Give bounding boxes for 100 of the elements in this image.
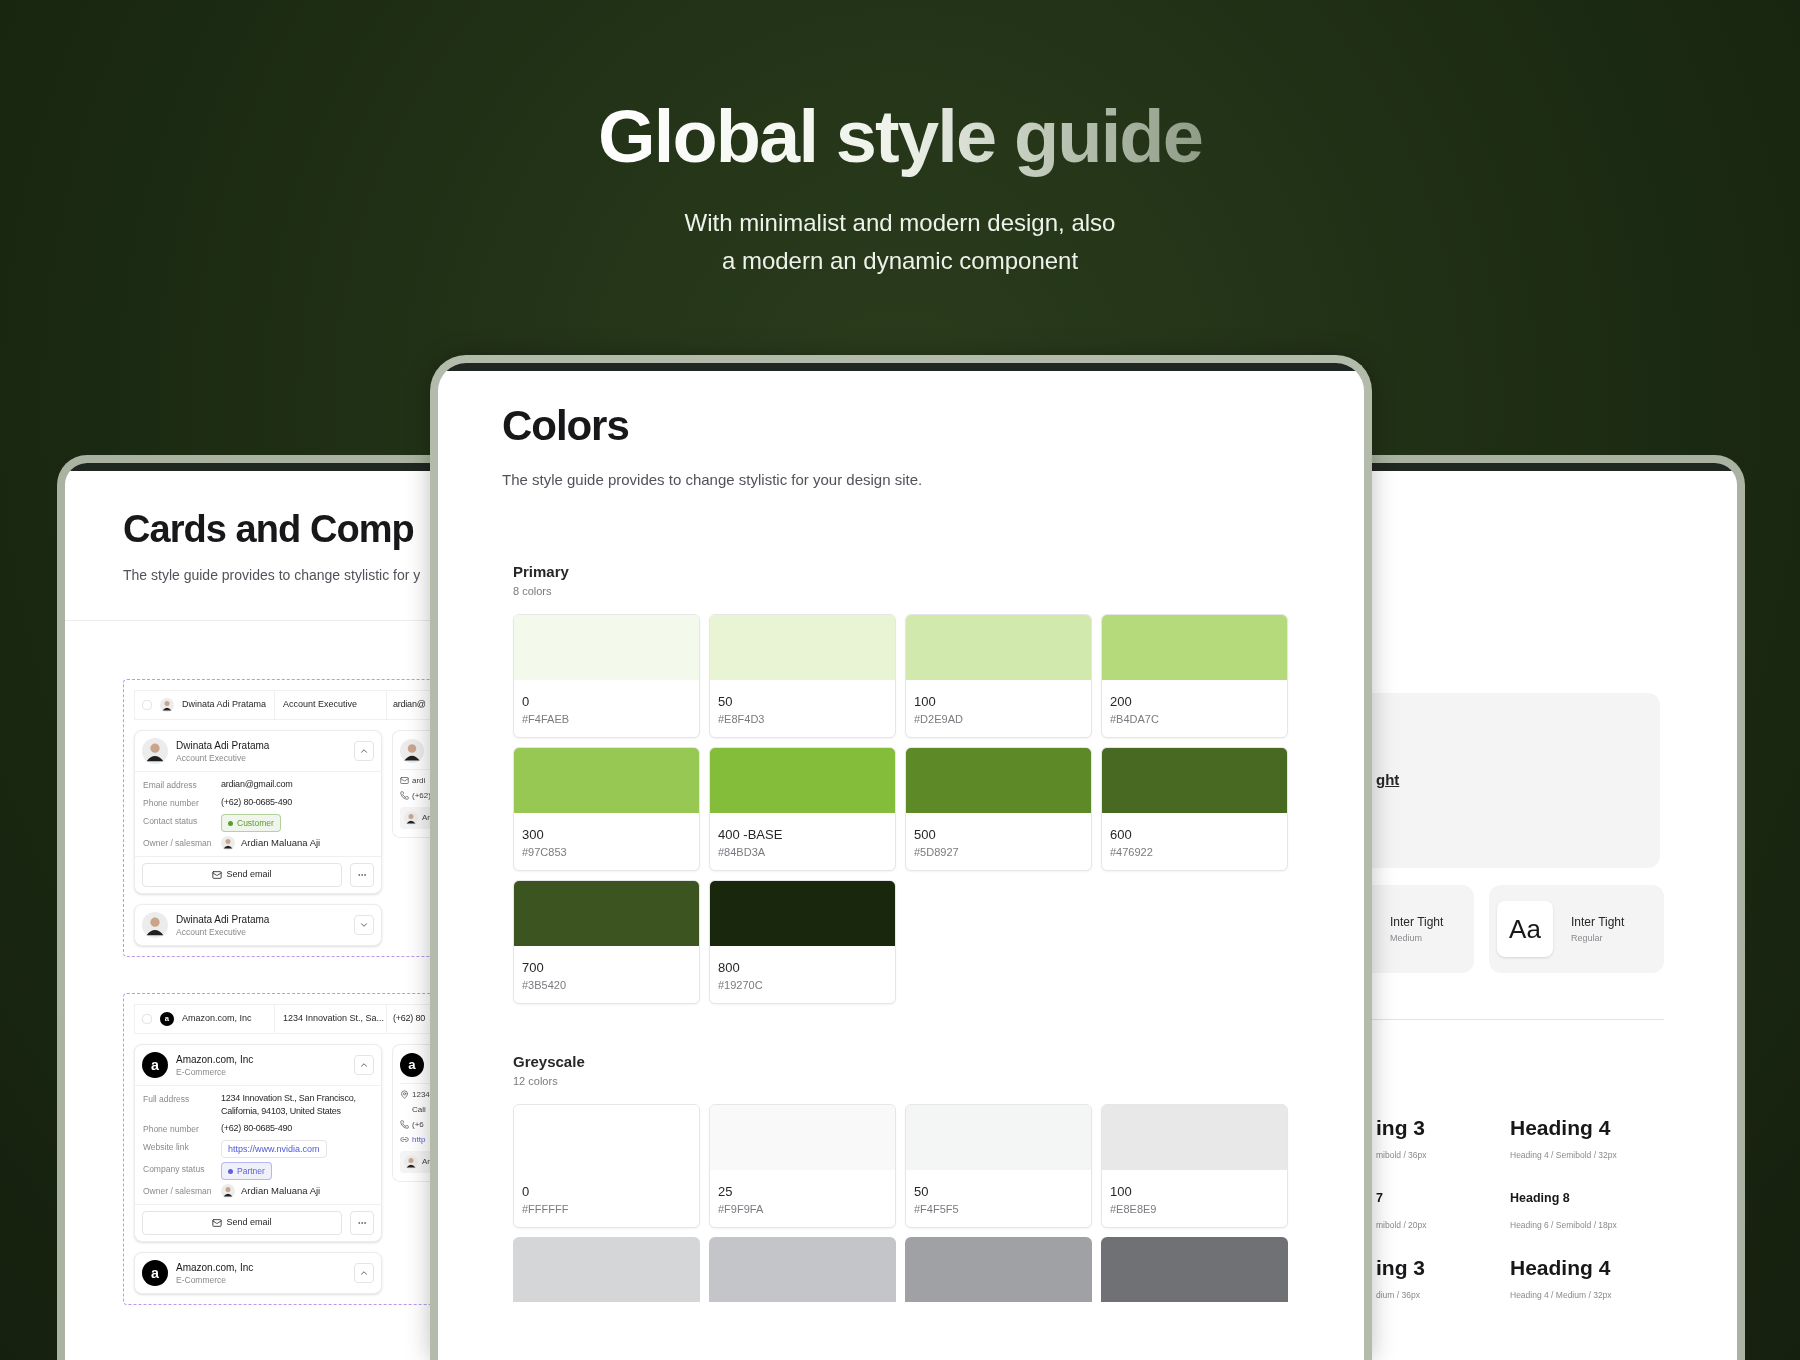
swatch-name: 800 (718, 958, 741, 977)
swatch-name: 100 (1110, 1182, 1133, 1201)
chevron-icon (359, 1060, 369, 1070)
hero-subtitle: With minimalist and modern design, also (684, 208, 1116, 238)
owner-name: Ar (422, 812, 430, 824)
swatch-name: 0 (522, 692, 531, 711)
person-avatar-icon (221, 1184, 235, 1198)
hero-subtitle: a modern an dynamic component (721, 246, 1079, 276)
page-subtitle: The style guide provides to change stylistic for y (123, 566, 422, 585)
swatch-name: 500 (914, 825, 937, 844)
contact-detail: (+6 (412, 1118, 424, 1130)
contact-detail: Cali (412, 1103, 426, 1115)
mail-icon (212, 1218, 223, 1228)
swatch-hex: #F9F9FA (718, 1201, 765, 1217)
collapse-toggle[interactable] (354, 1055, 374, 1075)
person-avatar-icon (221, 836, 235, 850)
page-title: Cards and Comp (123, 507, 415, 551)
card-title: Amazon.com, Inc (176, 1052, 255, 1066)
contact-detail: http (412, 1133, 426, 1145)
field-value: (+62) 80-0685-490 (221, 1122, 292, 1135)
owner-name: Ar (422, 1156, 430, 1168)
swatch-name: 0 (522, 1182, 531, 1201)
table-row[interactable]: Dwinata Adi Pratama Account Executive ardian@ (134, 690, 430, 720)
font-weight: Medium (1390, 932, 1423, 945)
card-subtitle: Account Executive (176, 751, 247, 764)
field-label: Phone number (143, 797, 200, 810)
chevron-icon (359, 1268, 369, 1278)
swatch-name: 100 (914, 692, 937, 711)
table-cell: (+62) 80 (393, 1012, 425, 1026)
page-title: Colors (502, 401, 630, 451)
field-label: Website link (143, 1141, 190, 1154)
field-label: Company status (143, 1163, 206, 1176)
send-email-button[interactable]: Send email (142, 863, 342, 887)
font-sample: Aa (1497, 901, 1553, 957)
table-cell: Account Executive (283, 698, 358, 712)
font-family: Inter Tight (1571, 914, 1625, 931)
row-checkbox[interactable] (142, 700, 152, 710)
website-link[interactable]: https://www.nvidia.com (221, 1140, 327, 1158)
collapse-toggle[interactable] (354, 915, 374, 935)
swatch-hex: #476922 (1110, 844, 1154, 860)
swatch-name: 700 (522, 958, 545, 977)
field-label: Owner / salesman (143, 1185, 213, 1198)
more-button[interactable] (350, 1211, 374, 1235)
collapse-toggle[interactable] (354, 1263, 374, 1283)
card-subtitle: E-Commerce (176, 1273, 228, 1286)
swatch-hex: #F4F5F5 (914, 1201, 960, 1217)
font-family: Inter Tight (1390, 914, 1444, 931)
send-email-button[interactable]: Send email (142, 1211, 342, 1235)
field-label: Owner / salesman (143, 837, 213, 850)
swatch-hex: #3B5420 (522, 977, 568, 993)
more-button[interactable] (350, 863, 374, 887)
swatch-name: 400 -BASE (718, 825, 784, 844)
field-label: Phone number (143, 1123, 200, 1136)
collapse-toggle[interactable] (354, 741, 374, 761)
table-cell: 1234 Innovation St., Sa... (283, 1012, 385, 1026)
swatch-hex: #E8E8E9 (1110, 1201, 1158, 1217)
heading-sample: Heading 4 (1510, 1115, 1612, 1141)
status-badge: Customer (221, 814, 281, 832)
swatch-name: 600 (1110, 825, 1133, 844)
heading-sample: 7 (1376, 1190, 1384, 1207)
heading-sample: ing 3 (1376, 1255, 1426, 1281)
swatch-hex: #B4DA7C (1110, 711, 1160, 727)
row-checkbox[interactable] (142, 1014, 152, 1024)
phone-icon (400, 1119, 409, 1129)
section-title: Greyscale (513, 1051, 586, 1072)
person-avatar-icon (160, 698, 174, 712)
table-cell: Dwinata Adi Pratama (182, 698, 267, 712)
swatch-hex: #FFFFFF (522, 1201, 570, 1217)
swatch-hex: #5D8927 (914, 844, 960, 860)
owner-name: Ardian Maluana Aji (241, 1184, 321, 1198)
swatch-hex: #84BD3A (718, 844, 767, 860)
swatch-hex: #19270C (718, 977, 764, 993)
field-label: Email address (143, 779, 198, 792)
heading-spec: mibold / 36px (1376, 1149, 1428, 1161)
card-subtitle: Account Executive (176, 925, 247, 938)
chevron-icon (359, 746, 369, 756)
page-subtitle: The style guide provides to change stylistic for your design site. (502, 470, 924, 490)
person-avatar-icon (142, 738, 168, 764)
swatch-name: 300 (522, 825, 545, 844)
mail-icon (400, 775, 409, 785)
section-title: Primary (513, 561, 570, 582)
heading-sample: Heading 8 (1510, 1190, 1571, 1207)
swatch-hex: #F4FAEB (522, 711, 571, 727)
field-label: Contact status (143, 815, 199, 828)
contact-detail: (+62) (412, 789, 430, 801)
card-title: Dwinata Adi Pratama (176, 912, 271, 926)
heading-spec: Heading 4 / Semibold / 32px (1510, 1149, 1617, 1161)
swatch-hex: #E8F4D3 (718, 711, 766, 727)
owner-name: Ardian Maluana Aji (241, 836, 321, 850)
company-logo: a (142, 1052, 168, 1078)
person-avatar-icon (404, 1155, 418, 1169)
heading-sample: ing 3 (1376, 1115, 1426, 1141)
swatch-hex: #97C853 (522, 844, 568, 860)
link-icon (400, 1134, 409, 1144)
card-subtitle: E-Commerce (176, 1065, 228, 1078)
swatch-hex: #D2E9AD (914, 711, 964, 727)
swatch-name: 50 (718, 692, 734, 711)
swatch-name: 25 (718, 1182, 734, 1201)
color-count: 12 colors (513, 1073, 559, 1089)
font-name: ght (1376, 770, 1400, 791)
